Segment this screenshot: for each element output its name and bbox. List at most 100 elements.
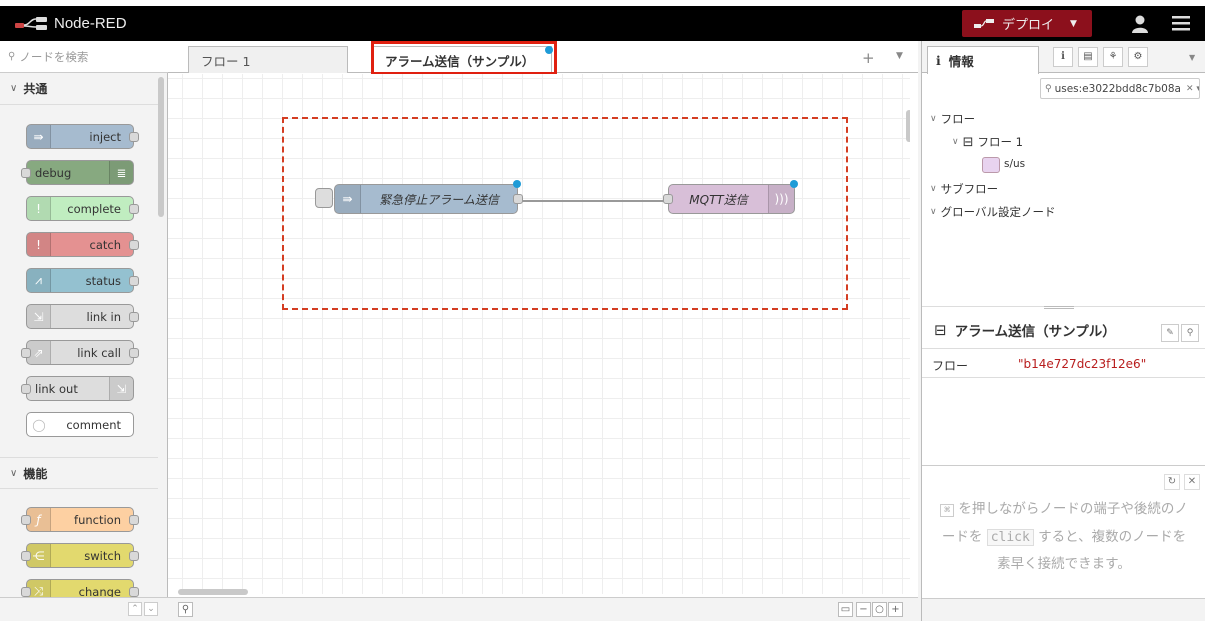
zoom-reset-icon[interactable]: ○: [872, 602, 887, 617]
user-icon[interactable]: [1130, 14, 1150, 34]
tree-global-config[interactable]: ∨ グローバル設定ノード: [930, 204, 1055, 220]
book-icon[interactable]: ▤: [1078, 47, 1098, 67]
tip-code: click: [986, 529, 1034, 546]
input-port: [21, 384, 31, 394]
pulse-icon: ⩘: [27, 269, 51, 292]
refresh-icon[interactable]: ↻: [1164, 474, 1180, 490]
resize-handle[interactable]: [1044, 306, 1074, 309]
palette-node-status[interactable]: ⩘ status: [26, 268, 139, 293]
menu-icon[interactable]: [1172, 15, 1190, 31]
palette-footer: ⌃ ⌄: [0, 597, 168, 621]
palette-scrollbar[interactable]: [158, 77, 164, 217]
tips-panel: ↻ ✕ ⌘ を押しながらノードの端子や後続のノードを click すると、複数の…: [922, 465, 1205, 598]
chevron-down-icon: ∨: [952, 137, 959, 147]
expand-all-icon[interactable]: ⌄: [144, 602, 158, 616]
canvas-horizontal-scrollbar[interactable]: [178, 589, 248, 595]
node-label: function: [74, 512, 121, 527]
gear-icon[interactable]: ⚙: [1128, 47, 1148, 67]
tree-subflows[interactable]: ∨ サブフロー: [930, 181, 998, 197]
tab-info[interactable]: i 情報: [927, 46, 1039, 74]
output-port: [129, 348, 139, 358]
tip-text: ⌘ を押しながらノードの端子や後続のノードを click すると、複数のノードを…: [922, 496, 1205, 577]
changed-indicator: [513, 180, 521, 188]
palette-node-comment[interactable]: ◯ comment: [26, 412, 134, 437]
palette-node-catch[interactable]: ! catch: [26, 232, 139, 257]
chevron-down-icon: ∨: [930, 114, 937, 124]
close-icon[interactable]: ✕ ▾: [1186, 84, 1199, 94]
sidebar-search-input[interactable]: ⚲ uses:e3022bdd8c7b08a ✕ ▾: [1040, 78, 1200, 99]
deploy-button[interactable]: デプロイ ▼: [962, 10, 1092, 37]
chevron-down-icon[interactable]: ▼: [1070, 19, 1077, 29]
output-port: [129, 515, 139, 525]
exclamation-icon: !: [27, 197, 51, 220]
header-bar: Node-RED デプロイ ▼: [0, 6, 1205, 41]
input-port[interactable]: [663, 194, 673, 204]
palette-category-function[interactable]: ∨ 機能: [0, 457, 158, 489]
edit-icon[interactable]: ✎: [1161, 324, 1179, 342]
output-port: [129, 587, 139, 597]
chevron-down-icon: ∨: [930, 207, 937, 217]
search-value: uses:e3022bdd8c7b08a: [1054, 82, 1181, 95]
flow-node-inject[interactable]: ⇛ 緊急停止アラーム送信: [334, 180, 523, 214]
flow-node-mqtt-out[interactable]: MQTT送信 ))): [663, 180, 798, 214]
canvas-vertical-scrollbar[interactable]: [906, 110, 910, 142]
chevron-down-icon: ∨: [10, 467, 18, 479]
palette-node-debug[interactable]: debug ≣: [21, 160, 134, 185]
palette-node-link-in[interactable]: ⇲ link in: [26, 304, 139, 329]
changed-indicator: [790, 180, 798, 188]
palette-node-complete[interactable]: ! complete: [26, 196, 139, 221]
property-value: "b14e727dc23f12e6": [1018, 357, 1147, 371]
tree-flows[interactable]: ∨ フロー: [930, 111, 975, 127]
sidebar-divider[interactable]: [922, 306, 1205, 310]
node-label: MQTT送信: [689, 192, 748, 207]
output-port[interactable]: [513, 194, 523, 204]
palette-search-placeholder: ノードを検索: [19, 49, 89, 64]
chevron-down-icon[interactable]: ▼: [1189, 53, 1195, 62]
chevron-down-icon[interactable]: ▼: [896, 51, 903, 61]
palette-node-link-call[interactable]: ⇗ link call: [21, 340, 139, 365]
palette-search-input[interactable]: ⚲ ノードを検索: [0, 41, 168, 73]
tree-flow-1[interactable]: ∨ ⊟ フロー 1: [952, 134, 1023, 150]
navigator-icon[interactable]: ▭: [838, 602, 853, 617]
mqtt-node-icon: [982, 157, 1000, 173]
close-icon[interactable]: ✕: [1184, 474, 1200, 490]
search-icon[interactable]: ⚲: [178, 602, 193, 617]
tree-label: サブフロー: [940, 182, 999, 196]
palette-node-inject[interactable]: ⇛ inject: [26, 124, 139, 149]
arrow-in-icon: ⇛: [27, 125, 51, 148]
node-red-editor: Node-RED デプロイ ▼ ⚲ ノードを検索 ∨ 共通 ⇛ inject d…: [0, 0, 1205, 621]
tab-flow-1[interactable]: フロー 1: [188, 46, 348, 73]
tree-label: s/us: [1004, 158, 1026, 170]
tree-label: フロー: [940, 112, 976, 126]
tab-label: 情報: [948, 54, 974, 69]
zoom-out-icon[interactable]: −: [856, 602, 871, 617]
link-out-icon: ⇲: [109, 377, 133, 400]
search-icon[interactable]: ⚲: [1181, 324, 1199, 342]
app-title: Node-RED: [54, 14, 127, 32]
palette-node-function[interactable]: ƒ function: [21, 507, 139, 532]
palette-node-switch[interactable]: ⋲ switch: [21, 543, 139, 568]
wire[interactable]: [518, 200, 668, 202]
inject-trigger-button[interactable]: [315, 188, 333, 208]
property-row: フロー "b14e727dc23f12e6": [922, 348, 1205, 378]
node-palette: ⚲ ノードを検索 ∨ 共通 ⇛ inject debug ≣ ! complet…: [0, 41, 168, 621]
flow-canvas[interactable]: ⇛ 緊急停止アラーム送信 MQTT送信 ))): [168, 74, 910, 594]
search-icon: ⚲: [8, 51, 16, 62]
tree-node-mqtt[interactable]: s/us: [1004, 158, 1025, 170]
collapse-all-icon[interactable]: ⌃: [128, 602, 142, 616]
workspace: フロー 1 アラーム送信（サンプル） + ▼ ⇛ 緊急停止アラーム送信 MQTT…: [168, 41, 918, 621]
node-label: complete: [67, 201, 121, 216]
debug-icon[interactable]: ⚘: [1103, 47, 1123, 67]
palette-category-common[interactable]: ∨ 共通: [0, 73, 158, 105]
palette-node-link-out[interactable]: link out ⇲: [21, 376, 134, 401]
category-label: 共通: [23, 82, 48, 96]
info-icon[interactable]: i: [1053, 47, 1073, 67]
add-tab-icon[interactable]: +: [862, 49, 875, 67]
input-port: [21, 168, 31, 178]
node-label: link call: [77, 345, 121, 360]
info-icon: i: [936, 53, 941, 68]
output-port: [129, 132, 139, 142]
zoom-in-icon[interactable]: +: [888, 602, 903, 617]
property-key: フロー: [932, 359, 969, 373]
node-label: debug: [35, 165, 72, 180]
